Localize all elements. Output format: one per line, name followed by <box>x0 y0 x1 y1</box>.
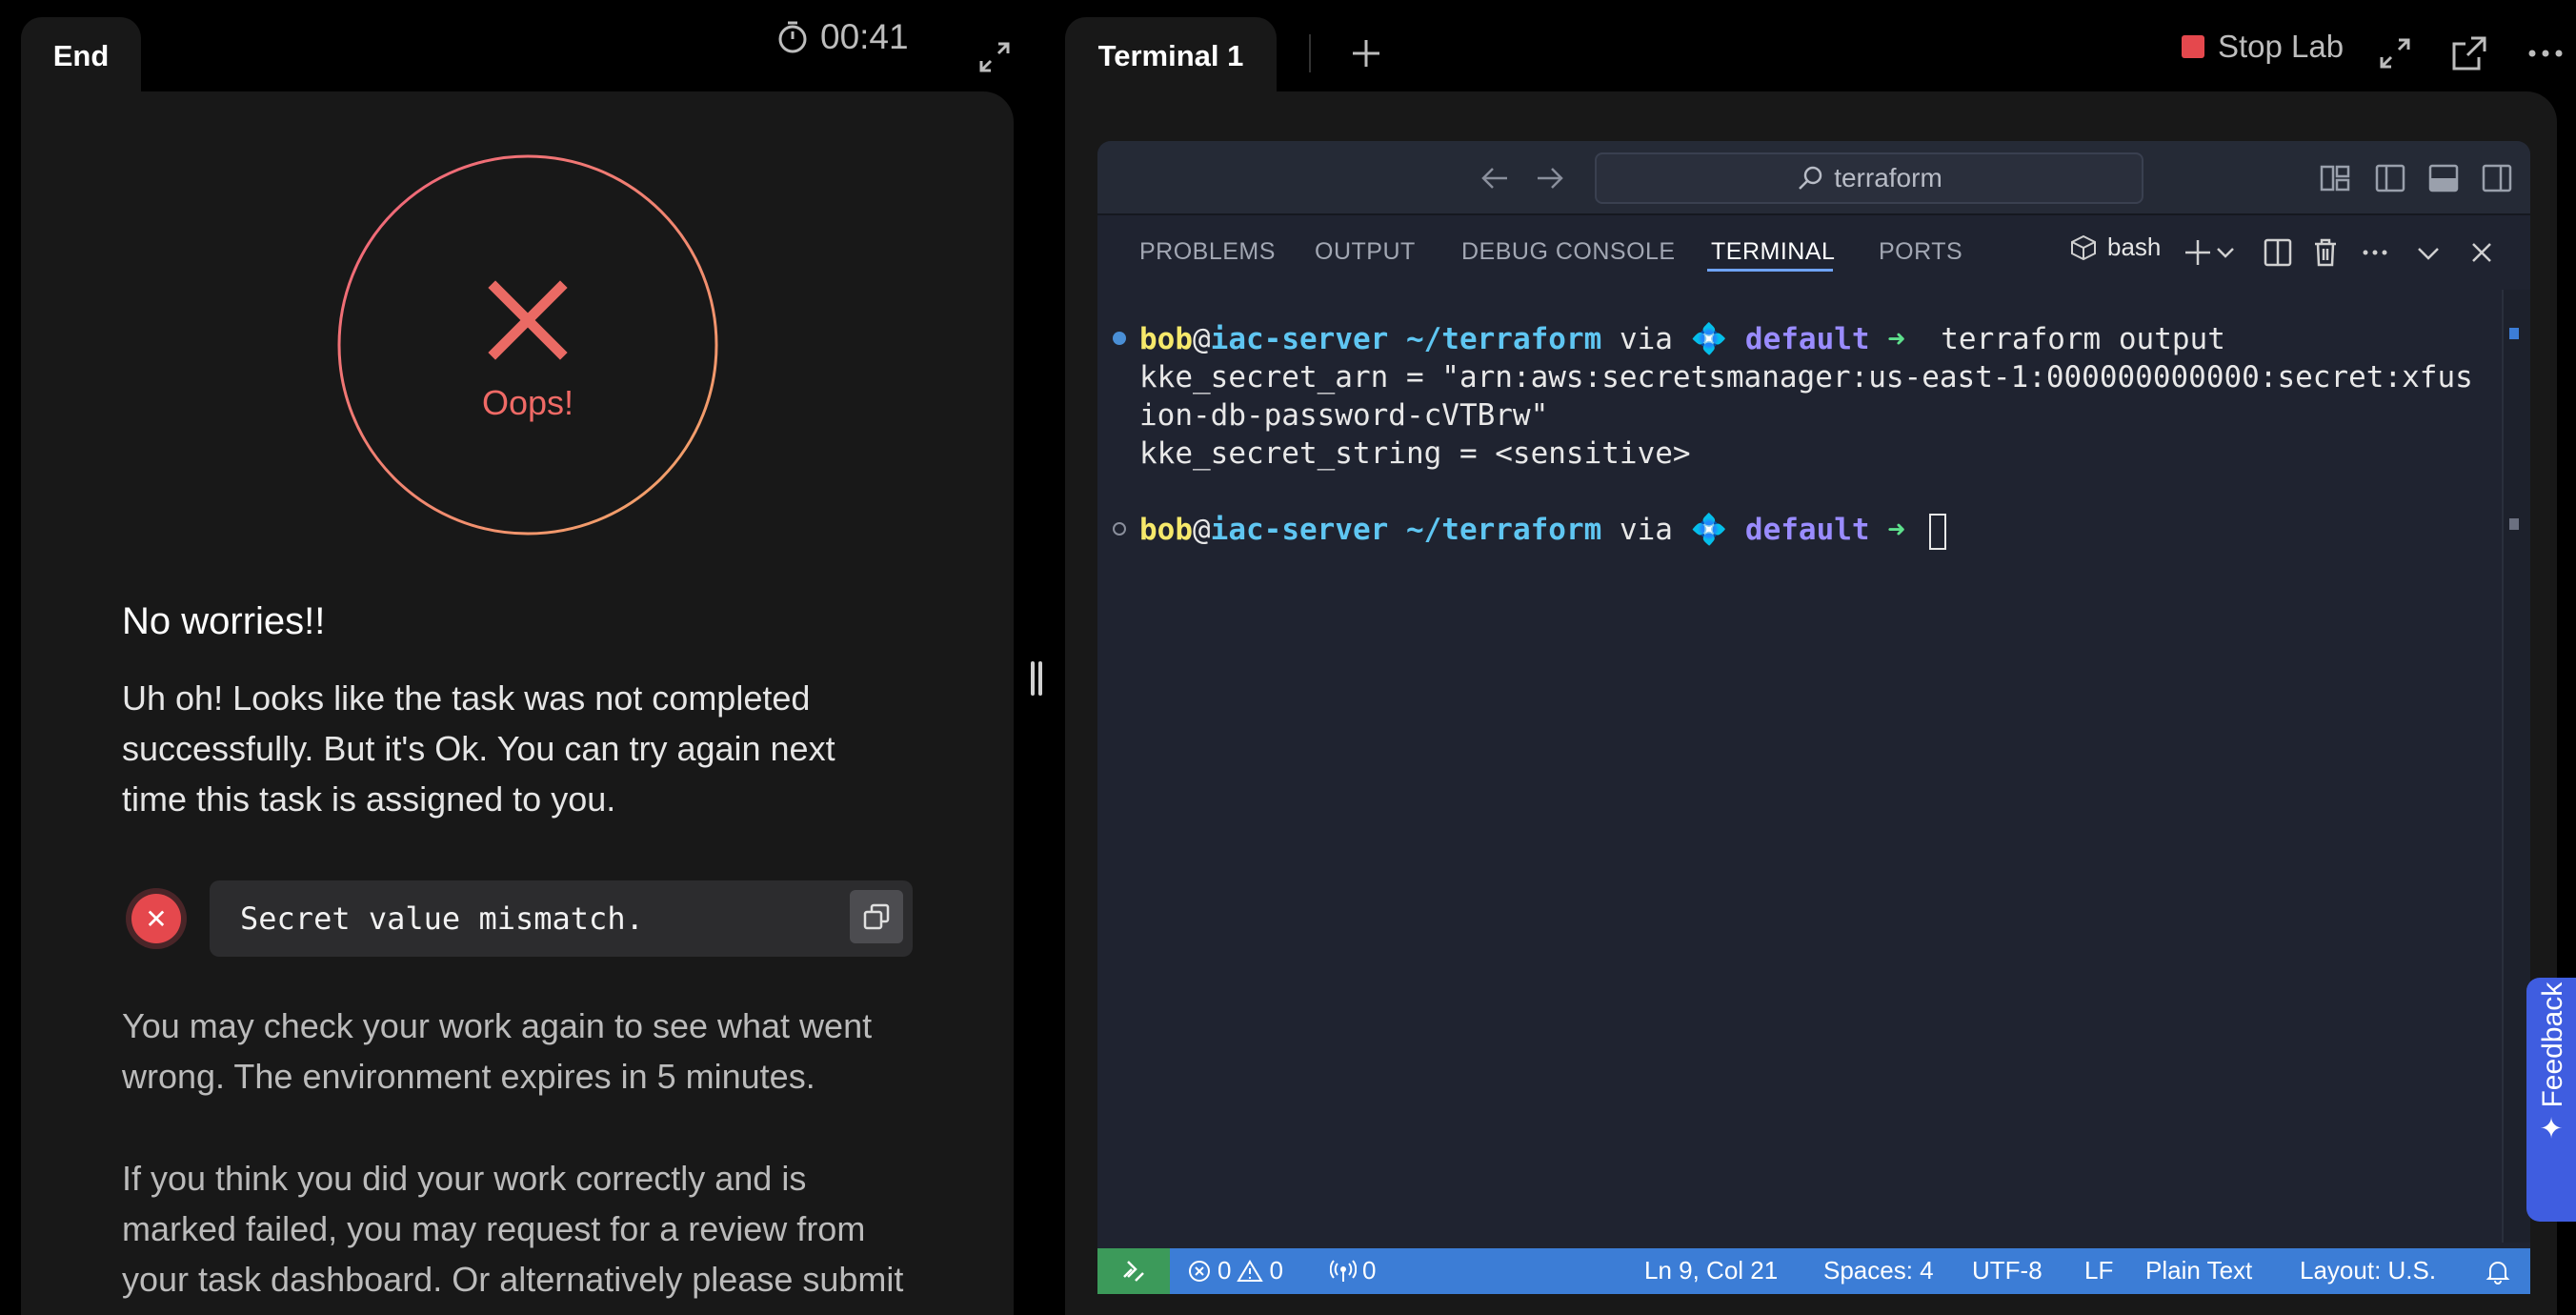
message-line: successfully. But it's Ok. You can try a… <box>122 729 835 768</box>
status-bar: 0 0 0 Ln 9, Col 21 Spaces: 4 UTF-8 LF Pl… <box>1097 1248 2530 1294</box>
resize-handle[interactable] <box>1029 661 1044 696</box>
stopwatch-icon <box>778 21 807 53</box>
remote-icon <box>1123 1261 1144 1282</box>
tab-separator <box>1309 34 1311 72</box>
add-tab-icon[interactable] <box>1349 36 1383 71</box>
tab-end[interactable]: End <box>21 17 141 95</box>
bell-icon[interactable] <box>2485 1258 2511 1285</box>
review-line: marked failed, you may request for a rev… <box>122 1209 866 1248</box>
toggle-sidebar-icon[interactable] <box>2374 162 2406 194</box>
toggle-panel-icon[interactable] <box>2427 162 2460 194</box>
tab-terminal-label: Terminal 1 <box>1097 39 1244 72</box>
ports-status[interactable]: 0 <box>1330 1256 1376 1285</box>
chevron-down-icon[interactable] <box>2214 236 2237 269</box>
terminal-output[interactable]: bob@iac-server ~/terraform via 💠 default… <box>1097 290 2502 1243</box>
cursor-position[interactable]: Ln 9, Col 21 <box>1644 1256 1778 1285</box>
feedback-button[interactable]: ✦ Feedback <box>2526 978 2576 1222</box>
timer: 00:41 <box>776 17 909 57</box>
shell-name: bash <box>2107 233 2162 261</box>
info-line: You may check your work again to see wha… <box>122 1006 873 1045</box>
command-center-search[interactable]: terraform <box>1595 152 2143 204</box>
review-message: If you think you did your work correctly… <box>122 1153 922 1305</box>
error-icon <box>1189 1260 1210 1282</box>
command-status-dot <box>1113 332 1126 345</box>
forward-arrow-icon[interactable] <box>1534 164 1566 192</box>
review-line: If you think you did your work correctly… <box>122 1159 807 1198</box>
vscode-window: terraform PROBLEMS OUTPUT DEBUG CONSOLE … <box>1097 141 2530 1294</box>
fail-x-icon <box>488 280 568 360</box>
scrollbar-marker <box>2509 328 2519 339</box>
more-options-icon[interactable] <box>2526 34 2565 72</box>
result-heading: No worries!! <box>122 600 326 642</box>
tab-end-label: End <box>52 39 110 72</box>
back-arrow-icon[interactable] <box>1479 164 1511 192</box>
tab-debug-console[interactable]: DEBUG CONSOLE <box>1461 238 1676 266</box>
error-icon: ✕ <box>126 888 187 949</box>
problems-status[interactable]: 0 0 <box>1187 1256 1283 1285</box>
keyboard-layout[interactable]: Layout: U.S. <box>2300 1256 2436 1285</box>
toggle-secondary-sidebar-icon[interactable] <box>2481 162 2513 194</box>
tab-output[interactable]: OUTPUT <box>1315 238 1416 266</box>
terminal-output-line: ion-db-password-cVTBrw" <box>1139 398 1549 433</box>
new-terminal-icon[interactable] <box>2182 236 2214 269</box>
customize-layout-icon[interactable] <box>2319 162 2351 194</box>
active-tab-indicator <box>1707 269 1833 272</box>
feedback-label: ✦ Feedback <box>2537 981 2568 1140</box>
result-message: Uh oh! Looks like the task was not compl… <box>122 673 922 824</box>
ports-count: 0 <box>1362 1256 1377 1285</box>
warning-icon <box>1237 1259 1264 1282</box>
result-panel: Oops! No worries!! Uh oh! Looks like the… <box>21 91 1014 1315</box>
stop-lab-button[interactable]: Stop Lab <box>2182 29 2344 65</box>
timer-value: 00:41 <box>820 17 909 56</box>
terminal-profile-icon <box>2071 234 2096 260</box>
info-message: You may check your work again to see wha… <box>122 1001 922 1102</box>
tab-terminal-1[interactable]: Terminal 1 <box>1065 17 1277 95</box>
stop-icon <box>2182 35 2204 58</box>
search-text: terraform <box>1834 163 1942 192</box>
warning-count: 0 <box>1269 1256 1283 1285</box>
open-external-icon[interactable] <box>2450 34 2488 72</box>
terminal-command: terraform output <box>1941 322 2225 356</box>
error-message-box: Secret value mismatch. <box>210 880 913 957</box>
scrollbar-marker <box>2509 518 2519 530</box>
command-status-dot <box>1113 522 1126 536</box>
terminal-prompt-line: bob@iac-server ~/terraform via 💠 default… <box>1139 322 2225 356</box>
tab-problems[interactable]: PROBLEMS <box>1139 238 1276 266</box>
stop-lab-label: Stop Lab <box>2218 29 2345 64</box>
split-terminal-icon[interactable] <box>2262 236 2294 269</box>
shell-selector[interactable]: bash <box>2069 233 2161 262</box>
oops-label: Oops! <box>481 383 574 422</box>
language-mode[interactable]: Plain Text <box>2145 1256 2252 1285</box>
message-line: time this task is assigned to you. <box>122 779 616 819</box>
review-line: your task dashboard. Or alternatively pl… <box>122 1260 904 1299</box>
terminal-output-line: kke_secret_string = <sensitive> <box>1139 436 1691 471</box>
terminal-cursor <box>1928 513 1946 550</box>
copy-button[interactable] <box>850 890 903 943</box>
close-panel-icon[interactable] <box>2465 236 2498 269</box>
vscode-titlebar: terraform <box>1097 141 2530 215</box>
terminal-output-line: kke_secret_arn = "arn:aws:secretsmanager… <box>1139 360 2473 394</box>
broadcast-icon <box>1330 1259 1357 1282</box>
expand-icon[interactable] <box>2376 34 2414 72</box>
indentation[interactable]: Spaces: 4 <box>1823 1256 1934 1285</box>
search-icon <box>1799 166 1822 190</box>
error-count: 0 <box>1218 1256 1232 1285</box>
line-endings[interactable]: LF <box>2084 1256 2113 1285</box>
tab-terminal[interactable]: TERMINAL <box>1711 238 1835 266</box>
tab-ports[interactable]: PORTS <box>1879 238 1962 266</box>
trash-icon[interactable] <box>2309 236 2342 269</box>
copy-icon <box>863 903 890 930</box>
more-actions-icon[interactable] <box>2359 236 2391 269</box>
maximize-panel-icon[interactable] <box>2412 236 2445 269</box>
terminal-prompt-line: bob@iac-server ~/terraform via 💠 default… <box>1139 511 1946 550</box>
remote-indicator[interactable] <box>1097 1248 1170 1294</box>
message-line: Uh oh! Looks like the task was not compl… <box>122 678 811 718</box>
expand-icon[interactable] <box>976 38 1014 76</box>
error-text: Secret value mismatch. <box>240 900 644 937</box>
info-line: wrong. The environment expires in 5 minu… <box>122 1057 815 1096</box>
encoding[interactable]: UTF-8 <box>1972 1256 2043 1285</box>
